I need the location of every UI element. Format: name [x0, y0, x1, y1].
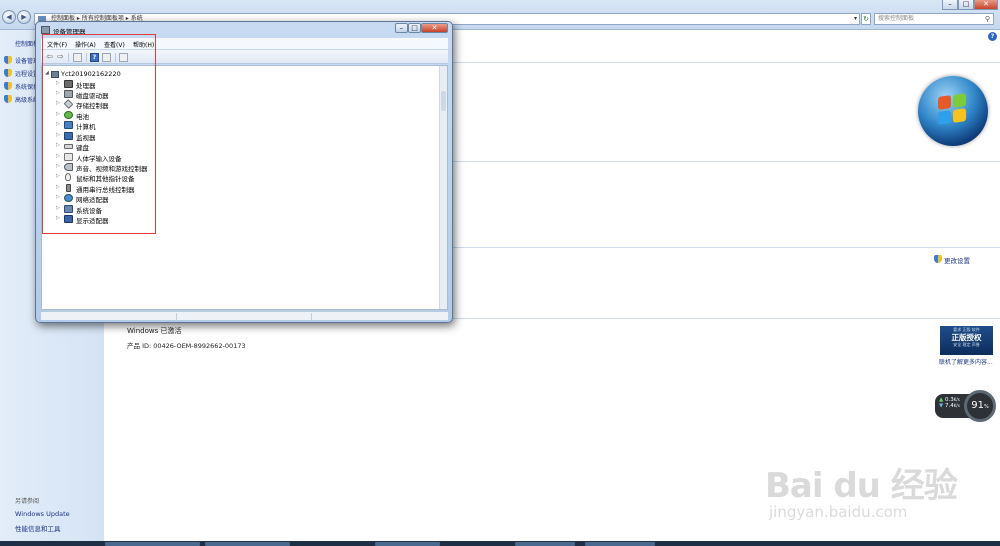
download-unit: K/s — [953, 403, 960, 408]
minimize-button[interactable]: – — [942, 0, 958, 10]
close-button[interactable]: ✕ — [974, 0, 998, 10]
refresh-button[interactable]: ↻ — [861, 13, 871, 25]
taskbar-button[interactable] — [585, 542, 655, 546]
highlight-annotation — [42, 34, 156, 234]
shield-icon — [934, 255, 942, 263]
maximize-button[interactable]: □ — [408, 23, 421, 33]
activation-status: Windows 已激活 — [127, 327, 182, 335]
shield-icon — [4, 56, 12, 64]
baidu-watermark-logo: Bai du 经验 — [765, 466, 958, 506]
shield-icon — [4, 95, 12, 103]
help-icon[interactable]: ? — [988, 32, 997, 41]
shield-icon — [4, 82, 12, 90]
genuine-badge[interactable]: 要求 正版 软件 正版授权 安全 稳定 声誉 — [940, 326, 993, 355]
baidu-watermark-url: jingyan.baidu.com — [769, 503, 908, 521]
search-placeholder: 搜索控制面板 — [878, 15, 915, 22]
see-also-heading: 另请参阅 — [15, 498, 40, 505]
windows-update-link[interactable]: Windows Update — [15, 510, 70, 518]
maximize-button[interactable]: □ — [958, 0, 974, 10]
change-settings-label: 更改设置 — [944, 257, 970, 265]
genuine-info-link[interactable]: 联机了解更多内容... — [939, 357, 993, 366]
search-icon[interactable]: ⚲ — [985, 14, 990, 24]
usage-percent-unit: % — [983, 404, 989, 410]
status-bar — [41, 311, 448, 320]
minimize-button[interactable]: – — [395, 23, 408, 33]
change-settings-link[interactable]: 更改设置 — [934, 255, 970, 265]
memory-usage-gauge[interactable]: 91% — [964, 390, 996, 422]
genuine-badge-line2: 安全 稳定 声誉 — [953, 342, 980, 347]
forward-button[interactable]: ▶ — [17, 10, 31, 24]
taskbar-button[interactable] — [205, 542, 290, 546]
vertical-scrollbar[interactable] — [439, 66, 447, 309]
performance-tools-link[interactable]: 性能信息和工具 — [15, 523, 61, 533]
sidebar-item-remote-settings[interactable]: 远程设置 — [4, 69, 39, 78]
usage-percent: 91 — [971, 400, 984, 411]
download-speed: 7.4 — [944, 403, 954, 409]
download-arrow-icon: ▼ — [939, 403, 944, 409]
back-button[interactable]: ◀ — [2, 10, 16, 24]
taskbar-button[interactable] — [515, 542, 575, 546]
genuine-badge-line1: 要求 正版 软件 — [953, 327, 980, 332]
chevron-down-icon[interactable]: ▾ — [854, 14, 857, 24]
close-button[interactable]: ✕ — [421, 23, 448, 33]
sidebar-item-system-protection[interactable]: 系统保护 — [4, 82, 39, 91]
windows-logo — [918, 76, 988, 146]
product-id: 产品 ID: 00426-OEM-8992662-00173 — [127, 342, 246, 350]
shield-icon — [4, 69, 12, 77]
taskbar-button[interactable] — [375, 542, 440, 546]
taskbar-button[interactable] — [105, 542, 200, 546]
upload-unit: K/s — [953, 397, 960, 402]
genuine-badge-main: 正版授权 — [951, 333, 982, 342]
search-input[interactable]: 搜索控制面板 ⚲ — [874, 13, 994, 25]
scrollbar-thumb[interactable] — [441, 91, 446, 111]
device-manager-icon — [41, 26, 50, 34]
